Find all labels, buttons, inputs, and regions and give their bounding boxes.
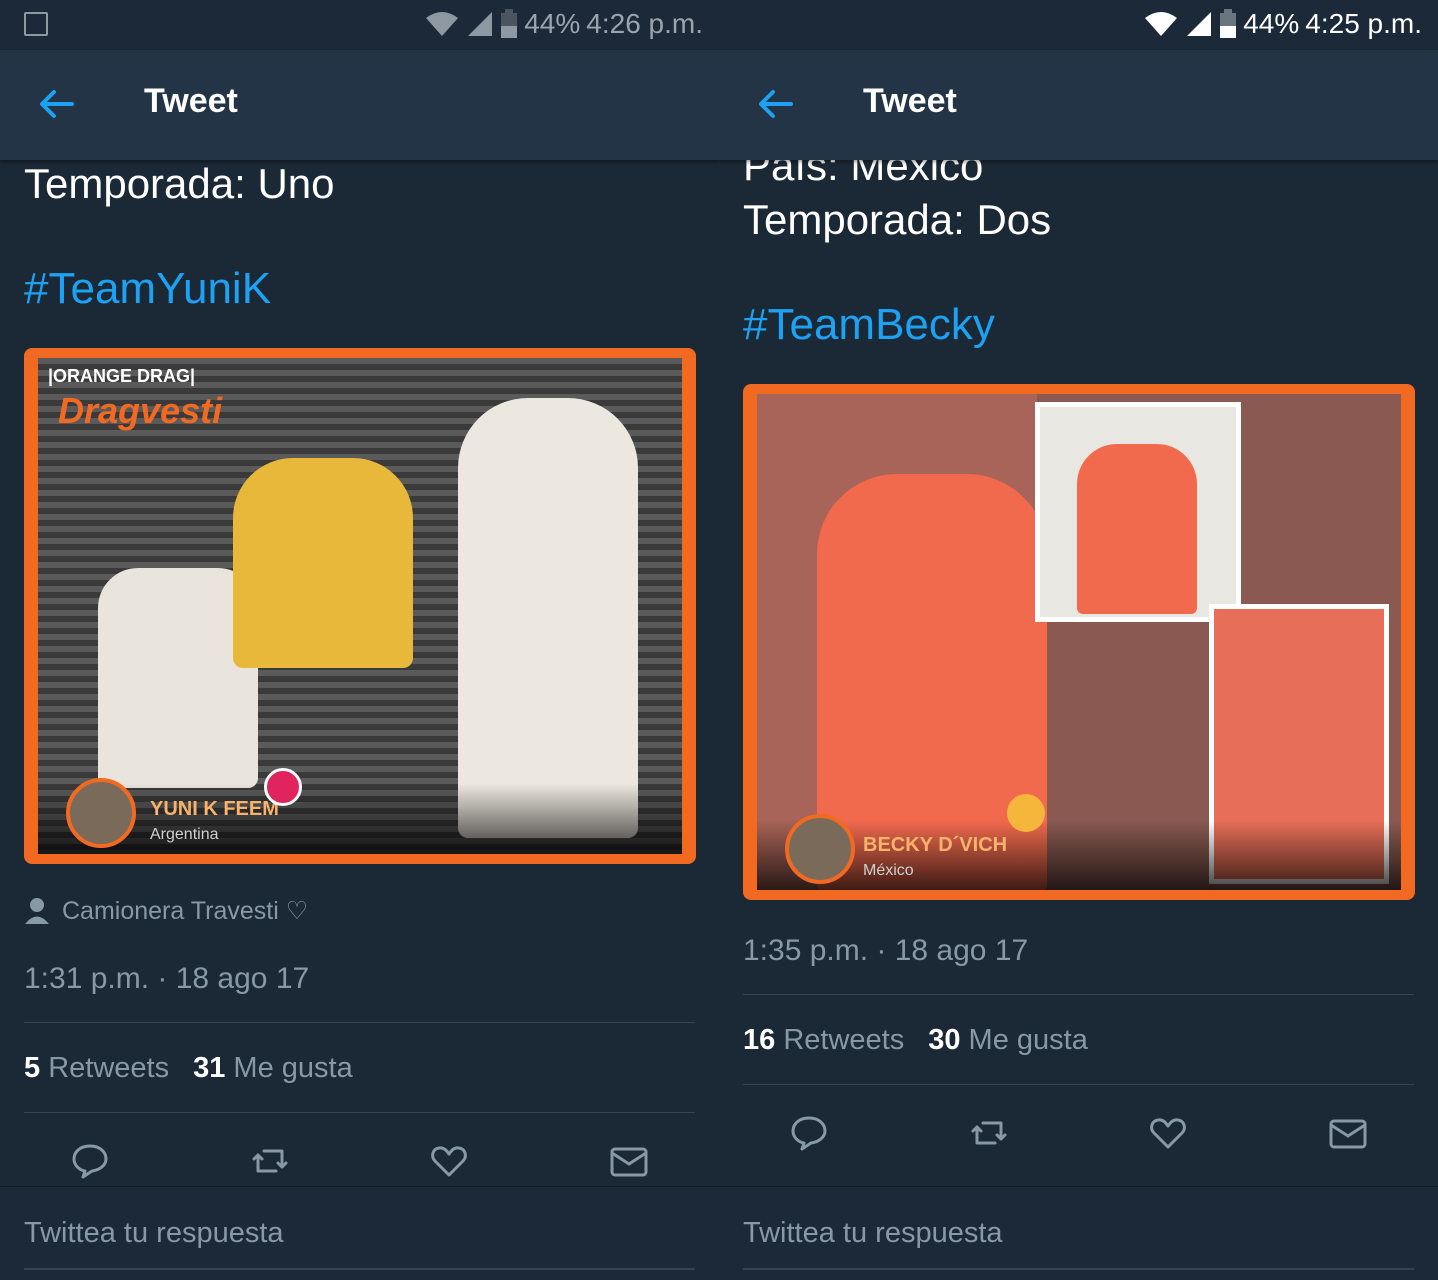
- retweet-icon[interactable]: [969, 1113, 1009, 1153]
- figure-2: [233, 458, 413, 668]
- action-bar: [0, 1126, 719, 1186]
- action-bar: [719, 1098, 1438, 1168]
- signal-icon: [468, 12, 493, 36]
- heart-badge-icon: [264, 768, 302, 806]
- tweet-media[interactable]: BECKY D´VICH México: [743, 384, 1415, 900]
- timestamp: 1:31 p.m. · 18 ago 17: [24, 962, 310, 995]
- dm-icon[interactable]: [609, 1141, 649, 1181]
- battery-icon: [1220, 9, 1237, 38]
- tweet-text-line: País: México: [743, 160, 984, 189]
- app-bar: Tweet: [0, 50, 719, 160]
- location-label: Camionera Travesti ♡: [62, 897, 309, 925]
- avatar: [66, 778, 136, 848]
- page-title: Tweet: [863, 82, 957, 120]
- person-icon: [25, 898, 49, 924]
- media-image: BECKY D´VICH México: [757, 394, 1401, 890]
- location-row[interactable]: Camionera Travesti ♡: [24, 896, 308, 926]
- dm-icon[interactable]: [1328, 1113, 1368, 1153]
- retweet-count[interactable]: 16 Retweets: [743, 1024, 904, 1057]
- avatar: [785, 814, 855, 884]
- like-icon[interactable]: [1148, 1113, 1188, 1153]
- tweet-text-line: Temporada: Dos: [743, 196, 1052, 243]
- contestant-country: México: [863, 862, 914, 879]
- divider: [743, 1084, 1414, 1085]
- hashtag-link[interactable]: #TeamBecky: [743, 300, 995, 350]
- status-right: 44% 4:26 p.m.: [424, 8, 703, 40]
- brand-top-text: |ORANGE DRAG|: [48, 366, 196, 386]
- figure-3: [458, 398, 638, 838]
- tweet-screen-right: 44% 4:25 p.m. Tweet País: México Tempora…: [719, 0, 1438, 1280]
- engagement-counts: 16 Retweets 30 Me gusta: [743, 1024, 1088, 1057]
- like-icon[interactable]: [429, 1141, 469, 1181]
- retweet-icon[interactable]: [250, 1141, 290, 1181]
- wifi-icon: [1145, 12, 1178, 36]
- back-arrow-icon[interactable]: [753, 82, 797, 126]
- divider: [24, 1112, 695, 1113]
- page-title: Tweet: [144, 82, 238, 120]
- divider: [24, 1022, 695, 1023]
- reply-input[interactable]: Twittea tu respuesta: [743, 1217, 1003, 1250]
- reply-icon[interactable]: [70, 1141, 110, 1181]
- image-icon: [24, 12, 48, 36]
- contestant-name: YUNI K FEEM: [150, 798, 279, 820]
- timestamp: 1:35 p.m. · 18 ago 17: [743, 934, 1029, 967]
- tweet-media[interactable]: |ORANGE DRAG| Dragvesti YUNI K FEEM Arge…: [24, 348, 696, 864]
- hashtag-link[interactable]: #TeamYuniK: [24, 264, 271, 314]
- media-image: |ORANGE DRAG| Dragvesti YUNI K FEEM Arge…: [38, 358, 682, 854]
- reply-input[interactable]: Twittea tu respuesta: [24, 1217, 284, 1250]
- battery-icon: [501, 9, 518, 38]
- status-right: 44% 4:25 p.m.: [1143, 8, 1422, 40]
- app-bar: Tweet: [719, 50, 1438, 160]
- battery-percent: 44%: [524, 8, 581, 39]
- back-arrow-icon[interactable]: [34, 82, 78, 126]
- divider: [743, 994, 1414, 995]
- contestant-country: Argentina: [150, 826, 219, 843]
- reply-icon[interactable]: [789, 1113, 829, 1153]
- clock: 4:26 p.m.: [586, 8, 703, 39]
- signal-icon: [1187, 12, 1212, 36]
- retweet-count[interactable]: 5 Retweets: [24, 1052, 169, 1085]
- battery-percent: 44%: [1243, 8, 1300, 39]
- clock: 4:25 p.m.: [1305, 8, 1422, 39]
- tweet-detail: Temporada: Uno #TeamYuniK |ORANGE DRAG| …: [0, 160, 719, 1186]
- like-count[interactable]: 31 Me gusta: [193, 1052, 353, 1085]
- like-count[interactable]: 30 Me gusta: [928, 1024, 1088, 1057]
- brand-logo: Dragvesti: [58, 390, 223, 431]
- tweet-text-line: Temporada: Uno: [24, 160, 335, 207]
- sad-emoji-icon: [1007, 794, 1045, 832]
- tweet-detail: País: México Temporada: Dos #TeamBecky B…: [719, 160, 1438, 1186]
- engagement-counts: 5 Retweets 31 Me gusta: [24, 1052, 353, 1085]
- reply-composer[interactable]: Twittea tu respuesta: [719, 1186, 1438, 1280]
- wifi-icon: [426, 12, 459, 36]
- status-bar: 44% 4:25 p.m.: [719, 0, 1438, 50]
- reply-composer[interactable]: Twittea tu respuesta: [0, 1186, 719, 1280]
- contestant-name: BECKY D´VICH: [863, 834, 1008, 856]
- status-bar: 44% 4:26 p.m.: [0, 0, 719, 50]
- tweet-screen-left: 44% 4:26 p.m. Tweet Temporada: Uno #Team…: [0, 0, 719, 1280]
